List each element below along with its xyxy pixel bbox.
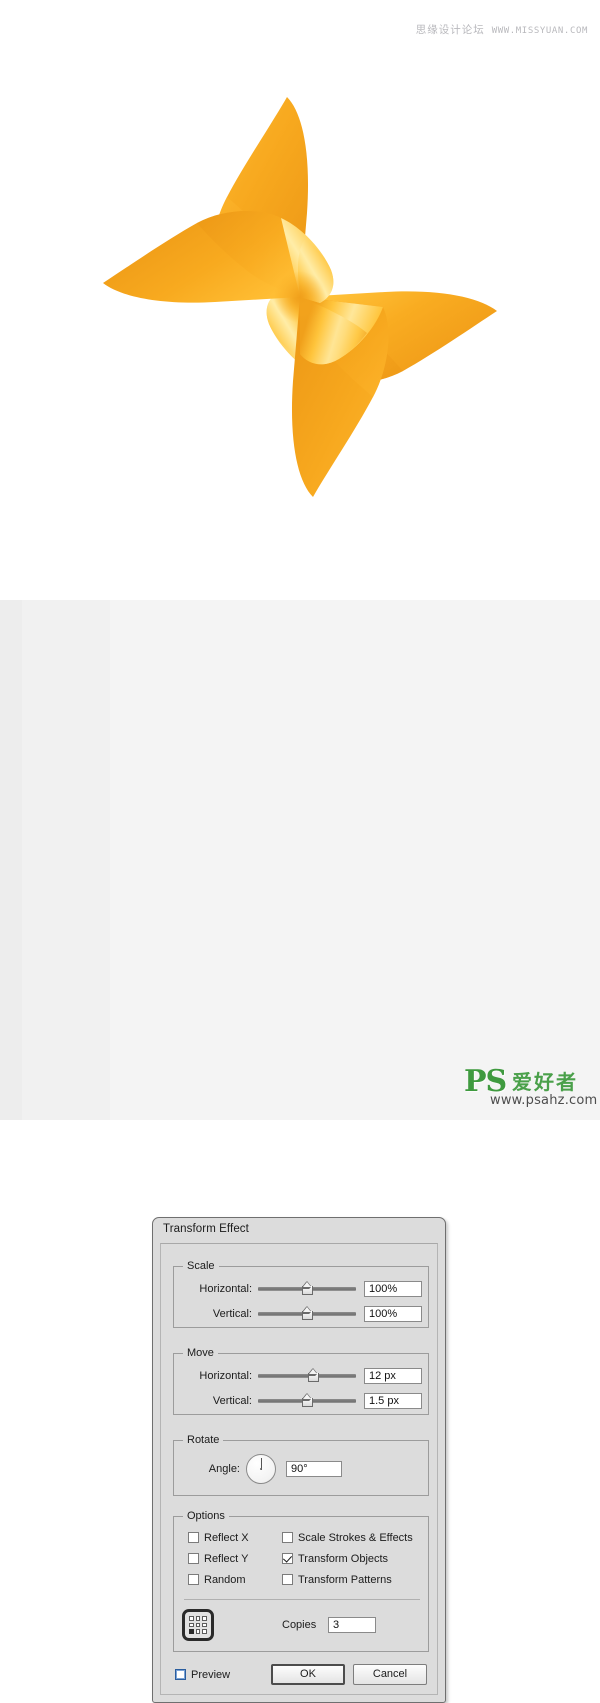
move-horizontal-row: Horizontal: 12 px	[174, 1368, 430, 1384]
panel-background	[0, 600, 600, 1120]
move-vertical-row: Vertical: 1.5 px	[174, 1393, 430, 1409]
lower-panel: Transform Effect Scale Horizontal: 100% …	[0, 600, 600, 1703]
checkbox-box-icon	[282, 1553, 293, 1564]
reference-point-grid	[189, 1616, 207, 1634]
angle-dial[interactable]	[246, 1454, 276, 1484]
options-group: Options Reflect X Reflect Y Random Scale…	[173, 1510, 429, 1652]
scale-vertical-label: Vertical:	[212, 1308, 252, 1320]
checkbox-label: Transform Objects	[298, 1553, 389, 1565]
slider-thumb[interactable]	[302, 1307, 313, 1320]
anchor-cell-top-center[interactable]	[195, 1616, 201, 1621]
scale-group: Scale Horizontal: 100% Vertical: 100%	[173, 1260, 430, 1328]
rotate-angle-label: Angle:	[208, 1463, 240, 1475]
ok-button[interactable]: OK	[271, 1664, 345, 1685]
anchor-cell-bottom-center[interactable]	[195, 1629, 201, 1634]
anchor-cell-middle-center[interactable]	[195, 1622, 201, 1628]
checkbox-label: Transform Patterns	[298, 1574, 392, 1586]
watermark-url-text: WWW.MISSYUAN.COM	[491, 26, 588, 36]
move-vertical-field[interactable]: 1.5 px	[364, 1393, 422, 1409]
move-horizontal-field[interactable]: 12 px	[364, 1368, 422, 1384]
rotate-group: Rotate Angle: 90°	[173, 1434, 429, 1496]
checkbox-box-icon	[282, 1532, 293, 1543]
scale-horizontal-slider[interactable]	[258, 1281, 356, 1297]
checkbox-label: Reflect Y	[204, 1553, 249, 1565]
move-vertical-label: Vertical:	[212, 1395, 252, 1407]
move-group-title: Move	[183, 1347, 218, 1359]
psahz-logo: PS 爱好者 www.psahz.com	[460, 1062, 597, 1112]
scale-group-title: Scale	[183, 1260, 219, 1272]
move-vertical-slider[interactable]	[258, 1393, 356, 1409]
anchor-cell-bottom-right[interactable]	[202, 1629, 207, 1634]
illustration-canvas: 思缘设计论坛 WWW.MISSYUAN.COM	[0, 0, 600, 600]
checkbox-box-icon	[282, 1574, 293, 1585]
reference-point-widget[interactable]	[182, 1609, 214, 1641]
scale-horizontal-label: Horizontal:	[199, 1283, 252, 1295]
scale-vertical-slider[interactable]	[258, 1306, 356, 1322]
move-horizontal-slider[interactable]	[258, 1368, 356, 1384]
checkbox-box-icon	[188, 1574, 199, 1585]
move-horizontal-label: Horizontal:	[199, 1370, 252, 1382]
anchor-cell-top-right[interactable]	[202, 1616, 207, 1621]
anchor-cell-bottom-left[interactable]	[189, 1629, 194, 1634]
scale-vertical-row: Vertical: 100%	[174, 1306, 430, 1322]
rotate-group-title: Rotate	[183, 1434, 224, 1446]
rotate-angle-field[interactable]: 90°	[286, 1461, 342, 1477]
scale-horizontal-field[interactable]: 100%	[364, 1281, 422, 1297]
scale-horizontal-row: Horizontal: 100%	[174, 1281, 430, 1297]
anchor-cell-top-left[interactable]	[189, 1616, 194, 1621]
checkbox-label: Reflect X	[204, 1532, 249, 1544]
slider-thumb[interactable]	[302, 1394, 313, 1407]
checkbox-box-icon	[188, 1532, 199, 1543]
checkbox-box-icon	[188, 1553, 199, 1564]
transform-effect-dialog: Transform Effect Scale Horizontal: 100% …	[152, 1217, 446, 1703]
dialog-title: Transform Effect	[163, 1223, 249, 1235]
angle-dial-hub	[260, 1468, 262, 1470]
scale-vertical-field[interactable]: 100%	[364, 1306, 422, 1322]
forum-watermark: 思缘设计论坛 WWW.MISSYUAN.COM	[416, 22, 588, 37]
checkbox-label: Preview	[191, 1669, 231, 1681]
options-group-title: Options	[183, 1510, 229, 1522]
pinwheel-illustration	[75, 85, 525, 525]
checkbox-label: Random	[204, 1574, 246, 1586]
slider-thumb[interactable]	[307, 1369, 319, 1382]
slider-thumb[interactable]	[302, 1282, 313, 1295]
checkbox-box-icon	[175, 1669, 186, 1680]
logo-site-text: www.psahz.com	[490, 1093, 598, 1108]
checkbox-label: Scale Strokes & Effects	[298, 1532, 413, 1544]
anchor-cell-middle-right[interactable]	[202, 1622, 207, 1628]
copies-field[interactable]: 3	[328, 1617, 376, 1633]
options-divider	[184, 1599, 420, 1600]
copies-label: Copies	[282, 1619, 317, 1631]
watermark-cn-text: 思缘设计论坛	[415, 24, 485, 36]
move-group: Move Horizontal: 12 px Vertical: 1.5 px	[173, 1347, 430, 1415]
logo-cn-text: 爱好者	[512, 1070, 578, 1094]
anchor-cell-middle-left[interactable]	[189, 1622, 194, 1628]
cancel-button[interactable]: Cancel	[353, 1664, 427, 1685]
dialog-body: Scale Horizontal: 100% Vertical: 100% Mo…	[160, 1243, 438, 1695]
